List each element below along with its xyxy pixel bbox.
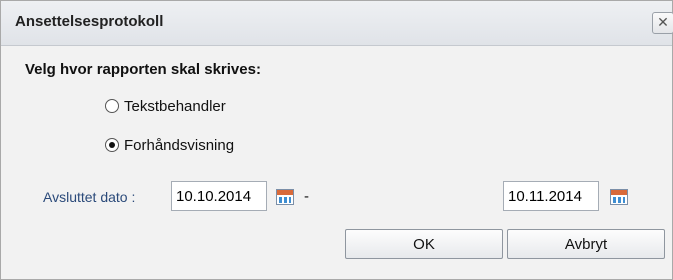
calendar-icon[interactable]	[276, 189, 294, 205]
radio-forhandsvisning[interactable]	[105, 138, 119, 152]
option-forhandsvisning[interactable]: Forhåndsvisning	[105, 135, 234, 155]
title-bar: Ansettelsesprotokoll ✕	[1, 1, 673, 46]
cancel-button[interactable]: Avbryt	[507, 229, 665, 259]
dialog-window: Ansettelsesprotokoll ✕ Velg hvor rapport…	[0, 0, 673, 280]
radio-tekstbehandler[interactable]	[105, 99, 119, 113]
option-tekstbehandler[interactable]: Tekstbehandler	[105, 96, 226, 116]
close-icon[interactable]: ✕	[652, 12, 673, 34]
date-range-separator: -	[304, 188, 309, 205]
report-destination-label: Velg hvor rapporten skal skrives:	[25, 61, 261, 78]
calendar-icon[interactable]	[610, 189, 628, 205]
end-date-label: Avsluttet dato :	[43, 189, 136, 205]
date-to-input[interactable]	[503, 181, 599, 211]
dialog-title: Ansettelsesprotokoll	[15, 13, 164, 30]
ok-button[interactable]: OK	[345, 229, 503, 259]
option-label: Tekstbehandler	[124, 97, 226, 115]
date-from-input[interactable]	[171, 181, 267, 211]
option-label: Forhåndsvisning	[124, 136, 235, 154]
